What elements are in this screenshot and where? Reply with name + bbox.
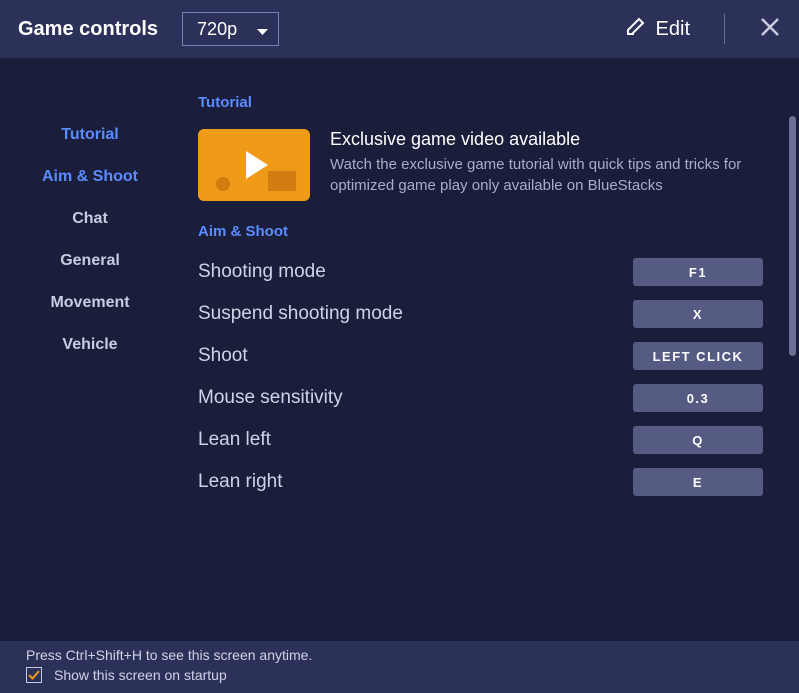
section-heading-tutorial: Tutorial <box>198 94 763 111</box>
show-on-startup-checkbox[interactable] <box>26 667 42 683</box>
binding-label: Lean left <box>198 429 271 451</box>
binding-key-input[interactable]: F1 <box>633 258 763 286</box>
binding-label: Suspend shooting mode <box>198 303 403 325</box>
scrollbar-thumb[interactable] <box>789 116 796 356</box>
content-panel: Tutorial Exclusive game video available … <box>180 58 799 641</box>
pencil-icon <box>626 16 646 42</box>
dropdown-caret-icon <box>257 19 268 40</box>
tutorial-block: Exclusive game video available Watch the… <box>198 129 763 201</box>
sidebar-item-movement[interactable]: Movement <box>50 282 129 324</box>
footer-bar: Press Ctrl+Shift+H to see this screen an… <box>0 641 799 693</box>
tutorial-text: Exclusive game video available Watch the… <box>330 129 763 201</box>
close-button[interactable] <box>759 16 781 43</box>
binding-row: Shooting mode F1 <box>198 258 763 286</box>
sidebar-item-general[interactable]: General <box>60 240 120 282</box>
footer-startup-option: Show this screen on startup <box>26 667 773 683</box>
binding-key-input[interactable]: Q <box>633 426 763 454</box>
section-heading-aim-shoot: Aim & Shoot <box>198 223 763 240</box>
sidebar-item-tutorial[interactable]: Tutorial <box>61 114 118 156</box>
binding-row: Suspend shooting mode X <box>198 300 763 328</box>
binding-label: Mouse sensitivity <box>198 387 343 409</box>
sidebar-item-aim-shoot[interactable]: Aim & Shoot <box>42 156 138 198</box>
sidebar-item-vehicle[interactable]: Vehicle <box>62 324 117 366</box>
check-icon <box>28 669 40 681</box>
show-on-startup-label: Show this screen on startup <box>54 667 227 683</box>
header-divider <box>724 14 725 44</box>
resolution-dropdown[interactable]: 720p <box>182 12 279 46</box>
sidebar-item-chat[interactable]: Chat <box>72 198 108 240</box>
sidebar: Tutorial Aim & Shoot Chat General Moveme… <box>0 58 180 641</box>
tutorial-video-description: Watch the exclusive game tutorial with q… <box>330 154 763 196</box>
binding-row: Mouse sensitivity 0.3 <box>198 384 763 412</box>
resolution-value: 720p <box>197 19 237 40</box>
binding-key-input[interactable]: LEFT CLICK <box>633 342 763 370</box>
window-title: Game controls <box>18 18 158 41</box>
binding-label: Shooting mode <box>198 261 326 283</box>
binding-row: Shoot LEFT CLICK <box>198 342 763 370</box>
tutorial-video-title: Exclusive game video available <box>330 129 763 150</box>
close-icon <box>759 16 781 38</box>
binding-key-input[interactable]: E <box>633 468 763 496</box>
binding-label: Lean right <box>198 471 283 493</box>
binding-row: Lean right E <box>198 468 763 496</box>
footer-hint-text: Press Ctrl+Shift+H to see this screen an… <box>26 647 773 663</box>
binding-label: Shoot <box>198 345 248 367</box>
edit-label: Edit <box>656 18 690 41</box>
header-bar: Game controls 720p Edit <box>0 0 799 58</box>
binding-row: Lean left Q <box>198 426 763 454</box>
body-area: Tutorial Aim & Shoot Chat General Moveme… <box>0 58 799 641</box>
tutorial-video-thumbnail[interactable] <box>198 129 310 201</box>
binding-key-input[interactable]: X <box>633 300 763 328</box>
edit-button[interactable]: Edit <box>626 16 690 42</box>
binding-key-input[interactable]: 0.3 <box>633 384 763 412</box>
play-icon <box>246 151 268 179</box>
